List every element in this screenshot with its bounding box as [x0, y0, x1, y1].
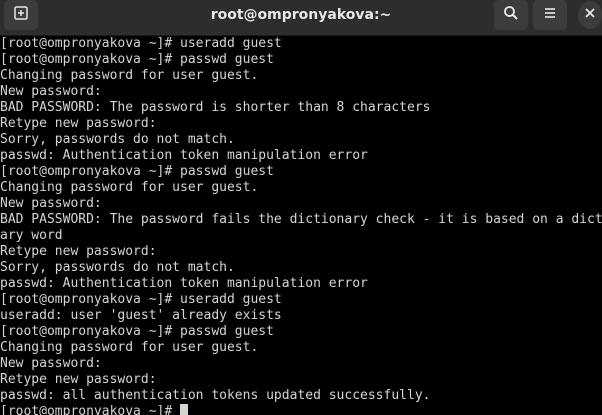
terminal-line: Retype new password:: [0, 372, 157, 387]
terminal-prompt-line[interactable]: [root@ompronyakova ~]#: [0, 404, 602, 415]
title-bar: root@ompronyakova:~: [0, 0, 602, 36]
menu-button[interactable]: [533, 0, 567, 30]
terminal-line: passwd: Authentication token manipulatio…: [0, 148, 368, 163]
terminal-line: ary word: [0, 228, 63, 243]
search-button[interactable]: [494, 0, 528, 30]
terminal-line: BAD PASSWORD: The password is shorter th…: [0, 100, 431, 115]
terminal-line: passwd: all authentication tokens update…: [0, 388, 431, 403]
terminal-line: New password:: [0, 84, 102, 99]
text-cursor: [180, 404, 189, 415]
terminal-line: [root@ompronyakova ~]# useradd guest: [0, 36, 282, 51]
terminal-line: Changing password for user guest.: [0, 68, 259, 83]
terminal-line: New password:: [0, 196, 102, 211]
terminal-line: [root@ompronyakova ~]# useradd guest: [0, 292, 282, 307]
terminal-line: Changing password for user guest.: [0, 180, 259, 195]
close-button-circle[interactable]: [578, 1, 602, 29]
terminal-line: passwd: Authentication token manipulatio…: [0, 276, 368, 291]
terminal-line: Sorry, passwords do not match.: [0, 260, 235, 275]
terminal-line: New password:: [0, 356, 102, 371]
terminal-line: BAD PASSWORD: The password fails the dic…: [0, 212, 602, 227]
terminal-window: root@ompronyakova:~ [root@ompronyakova ~…: [0, 0, 602, 415]
terminal-line: [root@ompronyakova ~]# passwd guest: [0, 324, 274, 339]
terminal-line: Sorry, passwords do not match.: [0, 132, 235, 147]
close-button[interactable]: [572, 0, 602, 30]
shell-prompt: [root@ompronyakova ~]#: [0, 404, 181, 415]
terminal-line: [root@ompronyakova ~]# passwd guest: [0, 52, 274, 67]
terminal-line: Retype new password:: [0, 244, 157, 259]
close-icon: [584, 6, 596, 24]
terminal-line: useradd: user 'guest' already exists: [0, 308, 282, 323]
terminal-line: Retype new password:: [0, 116, 157, 131]
terminal-line: Changing password for user guest.: [0, 340, 259, 355]
terminal-output[interactable]: [root@ompronyakova ~]# useradd guest [ro…: [0, 36, 602, 415]
search-icon: [503, 5, 519, 26]
hamburger-menu-icon: [542, 5, 558, 26]
terminal-line: [root@ompronyakova ~]# passwd guest: [0, 164, 274, 179]
